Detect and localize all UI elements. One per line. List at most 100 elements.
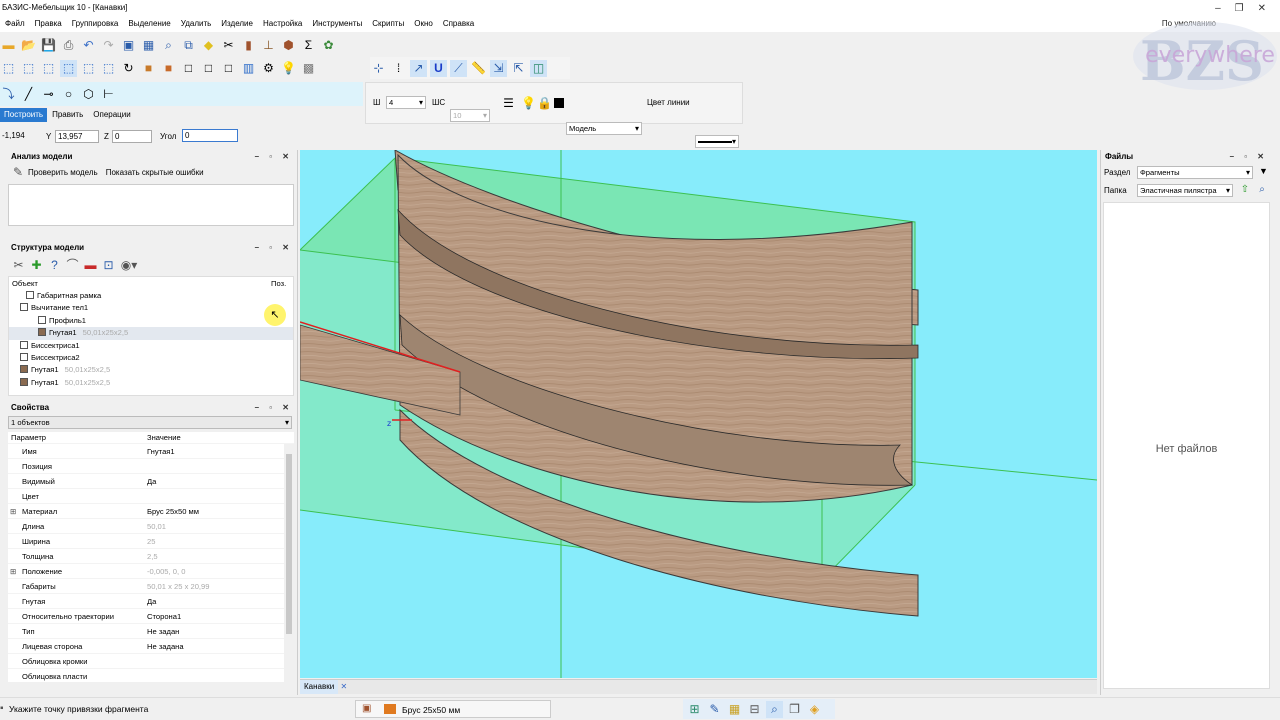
tab-operations[interactable]: Операции xyxy=(88,108,135,122)
eraser-icon[interactable]: ◈ xyxy=(806,701,823,718)
tree-item[interactable]: Габаритная рамка xyxy=(9,290,293,302)
3d-viewport[interactable]: z xyxy=(300,150,1097,678)
coord-y-field[interactable]: 13,957 xyxy=(55,130,99,143)
components-icon[interactable]: ✿ xyxy=(320,37,337,54)
objects-selector[interactable]: 1 объектов xyxy=(8,416,292,429)
tab-close-icon[interactable]: ✕ xyxy=(340,682,347,691)
undo-icon[interactable]: ↶ xyxy=(80,37,97,54)
section-select[interactable]: Фрагменты xyxy=(1137,166,1253,179)
rotate-icon[interactable]: ↻ xyxy=(120,60,137,77)
menu-item[interactable]: Удалить xyxy=(176,16,217,32)
panel-icon[interactable]: ▮ xyxy=(240,37,257,54)
zoom-all-icon[interactable]: ▦ xyxy=(140,37,157,54)
grid-icon[interactable]: ▦ xyxy=(726,701,743,718)
tree-item[interactable]: Вычитание тел1 xyxy=(9,302,293,314)
tree-item[interactable]: Гнутая1 50,01x25x2,5 xyxy=(9,327,293,340)
panel-controls[interactable]: – ▫ ✕ xyxy=(1230,150,1268,163)
menu-item[interactable]: Выделение xyxy=(123,16,175,32)
tab-build[interactable]: Построить xyxy=(0,108,48,122)
zoom-status-icon[interactable]: ⌕ xyxy=(766,700,783,718)
property-value[interactable]: Сторона1 xyxy=(143,609,294,623)
line-style-select[interactable] xyxy=(695,135,739,148)
material-status[interactable]: ▣ Брус 25x50 мм xyxy=(355,700,551,718)
width-select[interactable]: 4 xyxy=(386,96,426,109)
tab-kanavki[interactable]: Канавки xyxy=(300,680,339,694)
open-folder-icon[interactable]: 📂 xyxy=(20,37,37,54)
expand-icon[interactable]: ⊞ xyxy=(10,564,16,579)
property-value[interactable] xyxy=(143,489,294,503)
polygon-tool-icon[interactable]: ⬡ xyxy=(80,86,97,103)
menu-item[interactable]: Изделие xyxy=(216,16,258,32)
layer-select[interactable]: Модель xyxy=(566,122,642,135)
shade-wood-icon[interactable]: ■ xyxy=(140,60,157,77)
property-value[interactable]: 25 xyxy=(143,534,294,548)
property-row[interactable]: Имя Гнутая1 xyxy=(8,444,294,459)
show-hidden-errors-button[interactable]: Показать скрытые ошибки xyxy=(106,168,204,177)
add-icon[interactable]: ✚ xyxy=(30,257,43,274)
redo-icon[interactable]: ↷ xyxy=(100,37,117,54)
tree-item[interactable]: Профиль1 xyxy=(9,315,293,327)
tree-item[interactable]: Гнутая1 50,01x25x2,5 xyxy=(9,377,293,389)
property-row[interactable]: Видимый Да xyxy=(8,474,294,489)
filter-icon[interactable]: ▼ xyxy=(1259,166,1268,176)
menu-item[interactable]: Правка xyxy=(30,16,67,32)
new-file-icon[interactable]: ▬ xyxy=(0,37,17,54)
property-row[interactable]: Толщина 2,5 xyxy=(8,549,294,564)
view-front-icon[interactable]: ⬚ xyxy=(0,60,17,77)
edit-mode-icon[interactable]: ✎ xyxy=(706,701,723,718)
view-top-icon[interactable]: ⬚ xyxy=(20,60,37,77)
property-row[interactable]: Длина 50,01 xyxy=(8,519,294,534)
property-row[interactable]: Гнутая Да xyxy=(8,594,294,609)
tools-icon[interactable]: ✂ xyxy=(12,257,25,274)
select-tool-icon[interactable]: ⇲ xyxy=(490,59,507,77)
property-row[interactable]: Лицевая сторона Не задана xyxy=(8,639,294,654)
curve-icon[interactable]: ⌒ xyxy=(66,257,79,274)
properties-scrollbar[interactable] xyxy=(284,444,294,682)
property-value[interactable]: 50,01 x 25 x 20,99 xyxy=(143,579,294,593)
menu-item[interactable]: Группировка xyxy=(67,16,124,32)
property-value[interactable] xyxy=(143,459,294,473)
box-icon[interactable]: ⬢ xyxy=(280,37,297,54)
snap-line-icon[interactable]: ⟋ xyxy=(450,59,467,77)
coord-z-field[interactable]: 0 xyxy=(112,130,152,143)
measure-icon[interactable]: ⊟ xyxy=(746,701,763,718)
property-value[interactable] xyxy=(143,669,294,682)
property-row[interactable]: Относительно траектории Сторона1 xyxy=(8,609,294,624)
property-row[interactable]: Облицовка пласти xyxy=(8,669,294,682)
find-icon[interactable]: ⊡ xyxy=(102,257,115,274)
note-icon[interactable]: ◆ xyxy=(200,37,217,54)
view-back-icon[interactable]: ⬚ xyxy=(100,60,117,77)
save-icon[interactable]: 💾 xyxy=(40,37,57,54)
property-row[interactable]: Габариты 50,01 x 25 x 20,99 xyxy=(8,579,294,594)
property-value[interactable]: Да xyxy=(143,594,294,608)
panel-controls[interactable]: – ▫ ✕ xyxy=(255,150,293,163)
property-value[interactable]: Да xyxy=(143,474,294,488)
lasso-icon[interactable]: ⇱ xyxy=(510,60,527,77)
bulb-icon[interactable]: 💡 xyxy=(520,94,537,111)
material-icon[interactable]: ▩ xyxy=(300,60,317,77)
ruler-icon[interactable]: 📏 xyxy=(470,60,487,77)
property-row[interactable]: Тип Не задан xyxy=(8,624,294,639)
menu-item[interactable]: Справка xyxy=(438,16,479,32)
tree-item[interactable]: Гнутая1 50,01x25x2,5 xyxy=(9,364,293,376)
print-icon[interactable]: ⎙ xyxy=(60,37,77,54)
cut-icon[interactable]: ✂ xyxy=(220,37,237,54)
help-icon[interactable]: ? xyxy=(48,257,61,274)
view-right-icon[interactable]: ⬚ xyxy=(80,60,97,77)
lock-icon[interactable]: 🔒 xyxy=(536,94,553,111)
property-row[interactable]: Ширина 25 xyxy=(8,534,294,549)
tree-item[interactable]: Биссектриса2 xyxy=(9,352,293,364)
pointer-tool-icon[interactable]: ⤵ xyxy=(0,86,17,103)
folder-select[interactable]: Эластичная пилястра xyxy=(1137,184,1233,197)
check-model-button[interactable]: Проверить модель xyxy=(28,168,98,177)
view-options-icon[interactable]: ◉▾ xyxy=(120,257,138,274)
tab-edit[interactable]: Править xyxy=(47,108,88,122)
coord-x-field[interactable]: -1,194 xyxy=(0,130,40,143)
sum-icon[interactable]: Σ xyxy=(300,37,317,54)
menu-item[interactable]: Файл xyxy=(0,16,30,32)
shade-solid-icon[interactable]: ■ xyxy=(160,60,177,77)
property-value[interactable]: Гнутая1 xyxy=(143,444,294,458)
property-row[interactable]: ⊞ Положение -0,005, 0, 0 xyxy=(8,564,294,579)
ortho-icon[interactable]: ⊞ xyxy=(686,701,703,718)
search-icon[interactable]: ⌕ xyxy=(1255,183,1269,197)
